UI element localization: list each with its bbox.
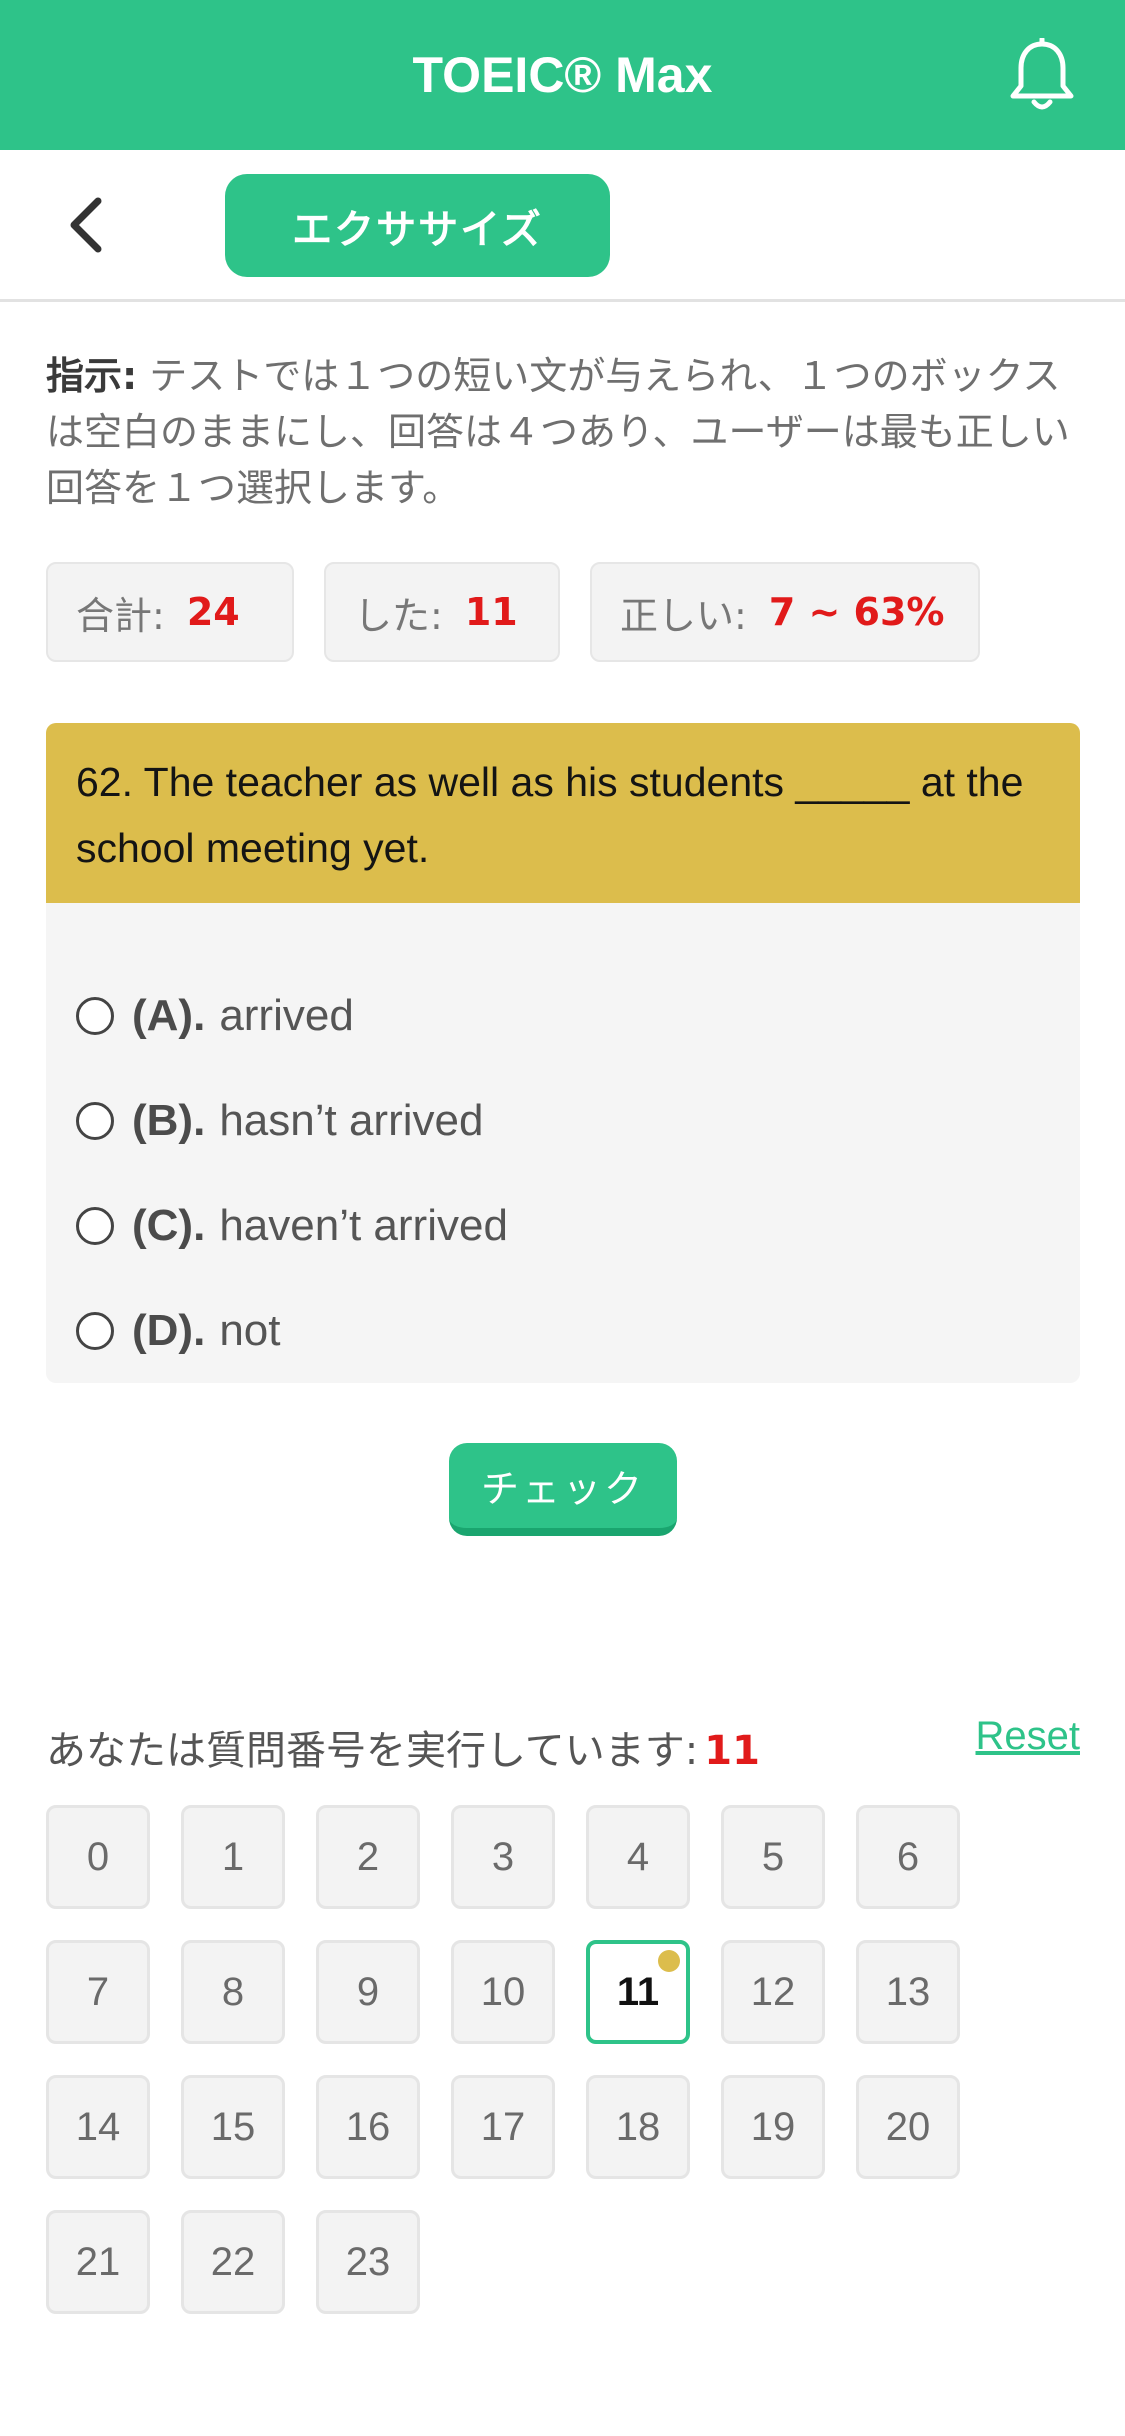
option-label: (A). <box>132 991 206 1040</box>
stat-done: した: 11 <box>324 562 560 662</box>
question-number-button[interactable]: 13 <box>856 1940 960 2044</box>
bell-icon[interactable] <box>1007 38 1077 114</box>
question-number-button[interactable]: 3 <box>451 1805 555 1909</box>
current-question-number: 11 <box>704 1728 760 1774</box>
current-question-indicator: あなたは質問番号を実行しています: 11 <box>46 1718 760 1776</box>
instruction-body: テストでは１つの短い文が与えられ、１つのボックスは空白のままにし、回答は４つあり… <box>46 354 1070 510</box>
option-text: arrived <box>219 991 354 1040</box>
stat-total-value: 24 <box>186 590 240 634</box>
tab-exercise[interactable]: エクササイズ <box>225 174 610 277</box>
question-number-button[interactable]: 2 <box>316 1805 420 1909</box>
question-text: 62. The teacher as well as his students … <box>46 723 1080 903</box>
stat-correct-label: 正しい: <box>620 593 747 638</box>
check-button[interactable]: チェック <box>449 1443 677 1536</box>
question-number-button[interactable]: 18 <box>586 2075 690 2179</box>
option-label: (C). <box>132 1201 206 1250</box>
question-number-button[interactable]: 8 <box>181 1940 285 2044</box>
stat-total-label: 合計: <box>76 593 165 638</box>
sub-navigation: エクササイズ <box>0 150 1125 302</box>
question-number-button[interactable]: 15 <box>181 2075 285 2179</box>
question-number-button[interactable]: 20 <box>856 2075 960 2179</box>
option-a[interactable]: (A). arrived <box>76 986 354 1046</box>
radio-button[interactable] <box>76 1102 114 1140</box>
question-number-button[interactable]: 21 <box>46 2210 150 2314</box>
option-text: not <box>219 1306 281 1355</box>
current-marker-dot <box>658 1950 680 1972</box>
question-number-button[interactable]: 7 <box>46 1940 150 2044</box>
reset-link[interactable]: Reset <box>976 1714 1081 1759</box>
question-number-button[interactable]: 4 <box>586 1805 690 1909</box>
question-number-button-current[interactable]: 11 <box>586 1940 690 2044</box>
question-number-button[interactable]: 9 <box>316 1940 420 2044</box>
chevron-left-icon[interactable] <box>60 195 120 255</box>
question-number-button[interactable]: 12 <box>721 1940 825 2044</box>
question-number-button[interactable]: 23 <box>316 2210 420 2314</box>
question-number-button[interactable]: 1 <box>181 1805 285 1909</box>
question-number-button[interactable]: 19 <box>721 2075 825 2179</box>
radio-button[interactable] <box>76 997 114 1035</box>
question-number-button[interactable]: 5 <box>721 1805 825 1909</box>
app-header: TOEIC® Max <box>0 0 1125 150</box>
question-number-button[interactable]: 10 <box>451 1940 555 2044</box>
option-label: (D). <box>132 1306 206 1355</box>
question-number-button[interactable]: 22 <box>181 2210 285 2314</box>
stat-correct-value: 7 ~ 63% <box>768 590 945 634</box>
stat-done-label: した: <box>354 593 443 638</box>
question-number-button[interactable]: 16 <box>316 2075 420 2179</box>
stat-total: 合計: 24 <box>46 562 294 662</box>
radio-button[interactable] <box>76 1207 114 1245</box>
instruction-lead: 指示: <box>46 354 138 398</box>
question-number-button[interactable]: 14 <box>46 2075 150 2179</box>
running-label: あなたは質問番号を実行しています: <box>46 1728 699 1774</box>
question-number-button[interactable]: 6 <box>856 1805 960 1909</box>
option-d[interactable]: (D). not <box>76 1301 280 1361</box>
instruction-text: 指示: テストでは１つの短い文が与えられ、１つのボックスは空白のままにし、回答は… <box>46 348 1086 516</box>
option-b[interactable]: (B). hasn’t arrived <box>76 1091 483 1151</box>
option-label: (B). <box>132 1096 206 1145</box>
question-number-label: 11 <box>616 1969 660 2014</box>
stat-correct: 正しい: 7 ~ 63% <box>590 562 980 662</box>
app-title: TOEIC® Max <box>412 47 713 103</box>
question-number-button[interactable]: 0 <box>46 1805 150 1909</box>
radio-button[interactable] <box>76 1312 114 1350</box>
question-number-button[interactable]: 17 <box>451 2075 555 2179</box>
option-text: hasn’t arrived <box>219 1096 484 1145</box>
option-c[interactable]: (C). haven’t arrived <box>76 1196 508 1256</box>
stat-done-value: 11 <box>464 590 518 634</box>
option-text: haven’t arrived <box>219 1201 508 1250</box>
question-card: 62. The teacher as well as his students … <box>46 723 1080 1383</box>
